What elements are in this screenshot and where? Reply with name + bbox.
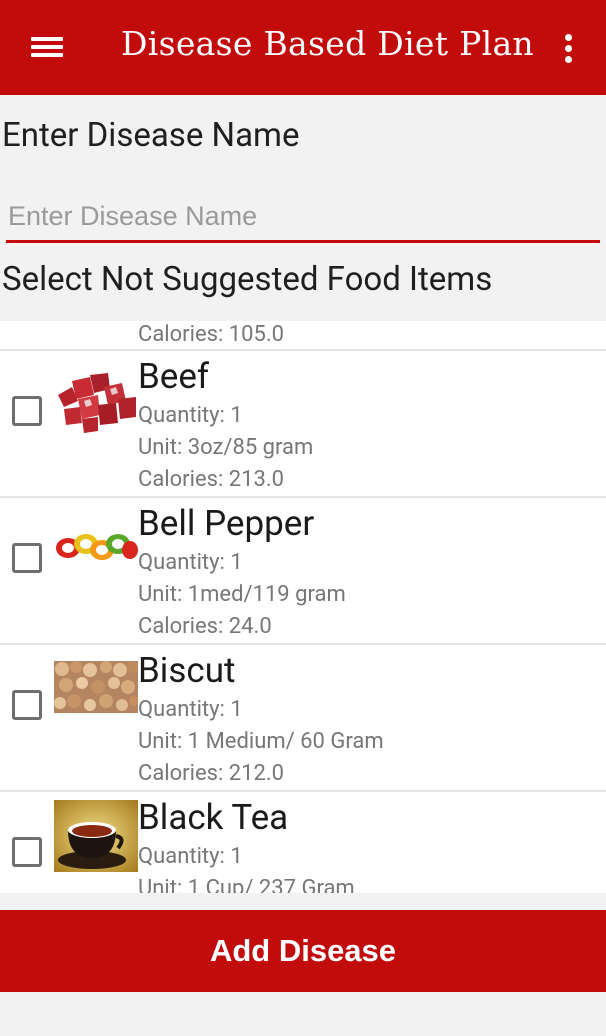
list-item-beef[interactable]: Beef Quantity: 1 Unit: 3oz/85 gram Calor… <box>0 351 606 497</box>
more-vertical-icon[interactable] <box>558 32 580 66</box>
food-quantity: Quantity: 1 <box>138 403 243 428</box>
biscut-checkbox[interactable] <box>12 690 42 720</box>
bell-pepper-checkbox[interactable] <box>12 543 42 573</box>
beef-image <box>54 367 138 435</box>
disease-name-input[interactable] <box>6 193 600 243</box>
food-name: Beef <box>138 356 210 397</box>
food-quantity: Quantity: 1 <box>138 697 243 722</box>
hamburger-menu-icon[interactable] <box>30 33 64 61</box>
food-unit: Unit: 1med/119 gram <box>138 582 346 607</box>
black-tea-image <box>54 800 138 872</box>
app-bar: Disease Based Diet Plan <box>0 0 606 95</box>
add-disease-button[interactable]: Add Disease <box>0 910 606 992</box>
food-section-label: Select Not Suggested Food Items <box>2 260 493 299</box>
food-unit: Unit: 1 Cup/ 237 Gram <box>138 876 355 893</box>
food-calories: Calories: 24.0 <box>138 614 272 639</box>
list-item-black-tea[interactable]: Black Tea Quantity: 1 Unit: 1 Cup/ 237 G… <box>0 792 606 893</box>
food-calories: Calories: 213.0 <box>138 467 285 492</box>
food-name: Biscut <box>138 650 236 691</box>
list-item-bell-pepper[interactable]: Bell Pepper Quantity: 1 Unit: 1med/119 g… <box>0 498 606 644</box>
list-item-biscut[interactable]: Biscut Quantity: 1 Unit: 1 Medium/ 60 Gr… <box>0 645 606 791</box>
food-name: Black Tea <box>138 797 289 838</box>
app-title: Disease Based Diet Plan <box>121 24 534 63</box>
food-list[interactable]: Calories: 105.0 Beef Quantity: 1 Unit: 3… <box>0 321 606 893</box>
food-quantity: Quantity: 1 <box>138 550 243 575</box>
food-name: Bell Pepper <box>138 503 315 544</box>
food-unit: Unit: 1 Medium/ 60 Gram <box>138 729 384 754</box>
food-quantity: Quantity: 1 <box>138 844 243 869</box>
beef-checkbox[interactable] <box>12 396 42 426</box>
disease-name-label: Enter Disease Name <box>2 116 300 155</box>
biscuit-image <box>54 661 138 713</box>
partial-item-calories: Calories: 105.0 <box>138 322 285 347</box>
food-unit: Unit: 3oz/85 gram <box>138 435 314 460</box>
bell-pepper-image <box>54 510 138 578</box>
black-tea-checkbox[interactable] <box>12 837 42 867</box>
food-calories: Calories: 212.0 <box>138 761 285 786</box>
